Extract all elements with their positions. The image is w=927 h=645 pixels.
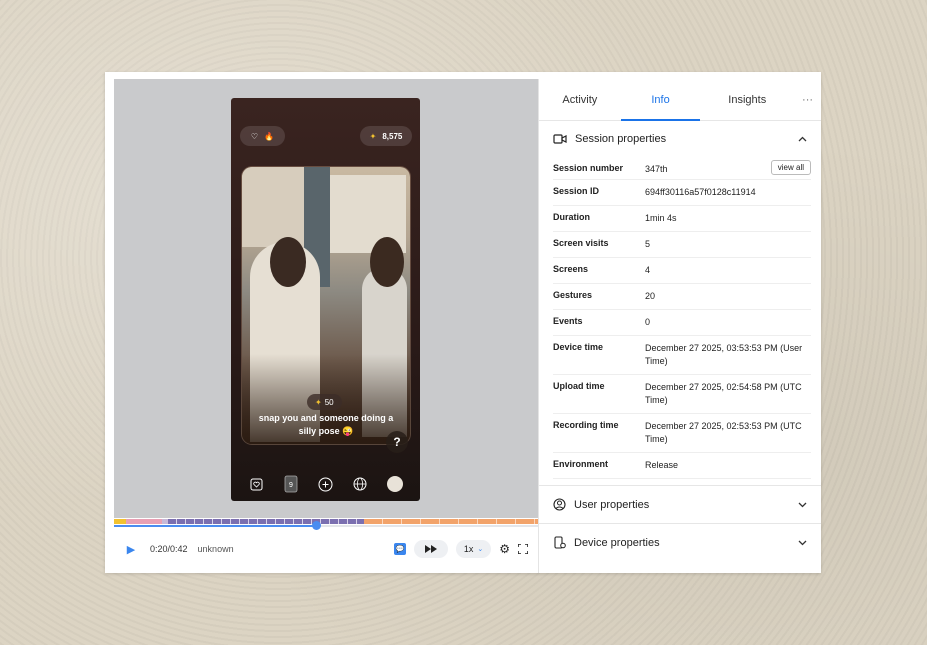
device-icon: [553, 536, 566, 549]
more-tabs-button[interactable]: ···: [794, 79, 821, 120]
reaction-pill: ♡ 🔥: [240, 126, 285, 146]
user-icon: [553, 498, 566, 511]
tab-insights[interactable]: Insights: [700, 79, 794, 120]
property-row: Device time December 27 2025, 03:53:53 PM…: [553, 336, 811, 375]
tab-activity[interactable]: Activity: [539, 79, 621, 120]
chat-icon[interactable]: 💬: [393, 540, 406, 558]
tab-label: Info: [651, 93, 670, 106]
property-row: Events 0: [553, 310, 811, 336]
chevron-down-icon: ⌄: [477, 546, 484, 553]
session-replay-window: ♡ 🔥 ✦ 8,575 ✦ 50 snap you and someone do…: [105, 72, 821, 573]
speed-select[interactable]: 1x ⌄: [455, 540, 492, 558]
property-key: Upload time: [553, 381, 605, 391]
property-value: Release: [645, 460, 679, 470]
property-key: Screen visits: [553, 238, 609, 248]
property-key: Events: [553, 316, 583, 326]
property-row: Session ID 694ff30116a57f0128c11914: [553, 180, 811, 206]
property-key: Screens: [553, 264, 589, 274]
flame-icon: 🔥: [264, 131, 275, 141]
phone-screen: ♡ 🔥 ✦ 8,575 ✦ 50 snap you and someone do…: [231, 98, 420, 501]
property-key: Device time: [553, 342, 604, 352]
property-key: Session number: [553, 163, 624, 173]
device-properties-header[interactable]: Device properties: [539, 523, 821, 561]
heart-icon: ♡: [250, 131, 259, 141]
section-title: Device properties: [574, 536, 660, 549]
session-properties-list: Session number 347th view all Session ID 694…: [539, 157, 821, 479]
settings-gear-icon[interactable]: ⚙: [499, 540, 510, 558]
tab-label: Activity: [562, 93, 598, 106]
sparkle-icon: ✦: [369, 131, 377, 141]
bonus-value: 50: [324, 397, 334, 407]
property-value: December 27 2025, 02:54:58 PM (UTC Time): [645, 382, 802, 405]
tab-info[interactable]: Info: [620, 79, 701, 121]
property-row: Environment Release: [553, 453, 811, 479]
prompt-caption: snap you and someone doing a silly pose …: [258, 413, 394, 436]
skip-inactivity-button[interactable]: [413, 540, 448, 558]
time-readout: 0:20/0:42: [150, 544, 188, 554]
property-row: Gestures 20: [553, 284, 811, 310]
event-timeline[interactable]: [114, 518, 538, 525]
help-button[interactable]: ?: [386, 431, 408, 453]
progress-handle[interactable]: [311, 521, 321, 530]
heart-box-icon[interactable]: [248, 476, 264, 492]
fullscreen-icon[interactable]: [518, 540, 528, 558]
section-title: User properties: [574, 498, 650, 511]
session-properties-header[interactable]: Session properties: [539, 121, 821, 157]
property-value: 1min 4s: [645, 213, 677, 223]
score-value: 8,575: [382, 131, 403, 141]
cards-icon[interactable]: 9: [283, 475, 299, 493]
property-value: December 27 2025, 03:53:53 PM (User Time…: [645, 343, 803, 366]
chevron-down-icon[interactable]: [798, 502, 807, 508]
more-icon: ···: [802, 93, 814, 106]
property-value: 347th: [645, 164, 668, 174]
tab-label: Insights: [728, 93, 767, 106]
chevron-up-icon[interactable]: [798, 136, 807, 142]
profile-avatar[interactable]: [386, 476, 403, 492]
globe-icon[interactable]: [352, 476, 368, 492]
add-icon[interactable]: [317, 476, 333, 492]
status-label: unknown: [197, 544, 234, 554]
property-value: December 27 2025, 02:53:53 PM (UTC Time): [645, 421, 802, 444]
property-key: Duration: [553, 212, 590, 222]
info-panel: Activity Info Insights ··· Session prope…: [538, 79, 821, 573]
property-value: 0: [645, 317, 651, 327]
score-pill: ✦ 8,575: [360, 126, 412, 146]
panel-tabs: Activity Info Insights ···: [539, 79, 821, 121]
sparkle-icon: ✦: [315, 397, 322, 407]
property-value: 20: [645, 291, 656, 301]
phone-nav-bar: 9: [231, 467, 420, 501]
deck-count: 9: [288, 481, 293, 489]
bonus-badge: ✦ 50: [307, 394, 342, 410]
section-title: Session properties: [575, 133, 667, 145]
chevron-down-icon[interactable]: [798, 540, 807, 546]
property-row: Session number 347th view all: [553, 157, 811, 180]
property-row: Recording time December 27 2025, 02:53:53…: [553, 414, 811, 453]
property-value: 5: [645, 239, 651, 249]
property-row: Screen visits 5: [553, 232, 811, 258]
play-button[interactable]: ▶: [122, 540, 140, 558]
user-properties-header[interactable]: User properties: [539, 485, 821, 523]
view-all-button[interactable]: view all: [770, 160, 811, 175]
playback-progress[interactable]: [114, 521, 538, 530]
property-key: Gestures: [553, 290, 593, 300]
property-value: 4: [645, 265, 651, 275]
property-row: Screens 4: [553, 258, 811, 284]
property-key: Environment: [553, 459, 609, 469]
property-key: Recording time: [553, 420, 619, 430]
replay-player[interactable]: ♡ 🔥 ✦ 8,575 ✦ 50 snap you and someone do…: [114, 79, 538, 518]
property-row: Duration 1min 4s: [553, 206, 811, 232]
speed-value: 1x: [463, 544, 474, 554]
session-video-icon: [553, 133, 567, 145]
property-key: Session ID: [553, 186, 600, 196]
property-value: 694ff30116a57f0128c11914: [645, 187, 756, 197]
property-row: Upload time December 27 2025, 02:54:58 PM…: [553, 375, 811, 414]
player-controls: ▶ 0:20/0:42 unknown 💬 1x ⌄ ⚙: [114, 538, 538, 560]
